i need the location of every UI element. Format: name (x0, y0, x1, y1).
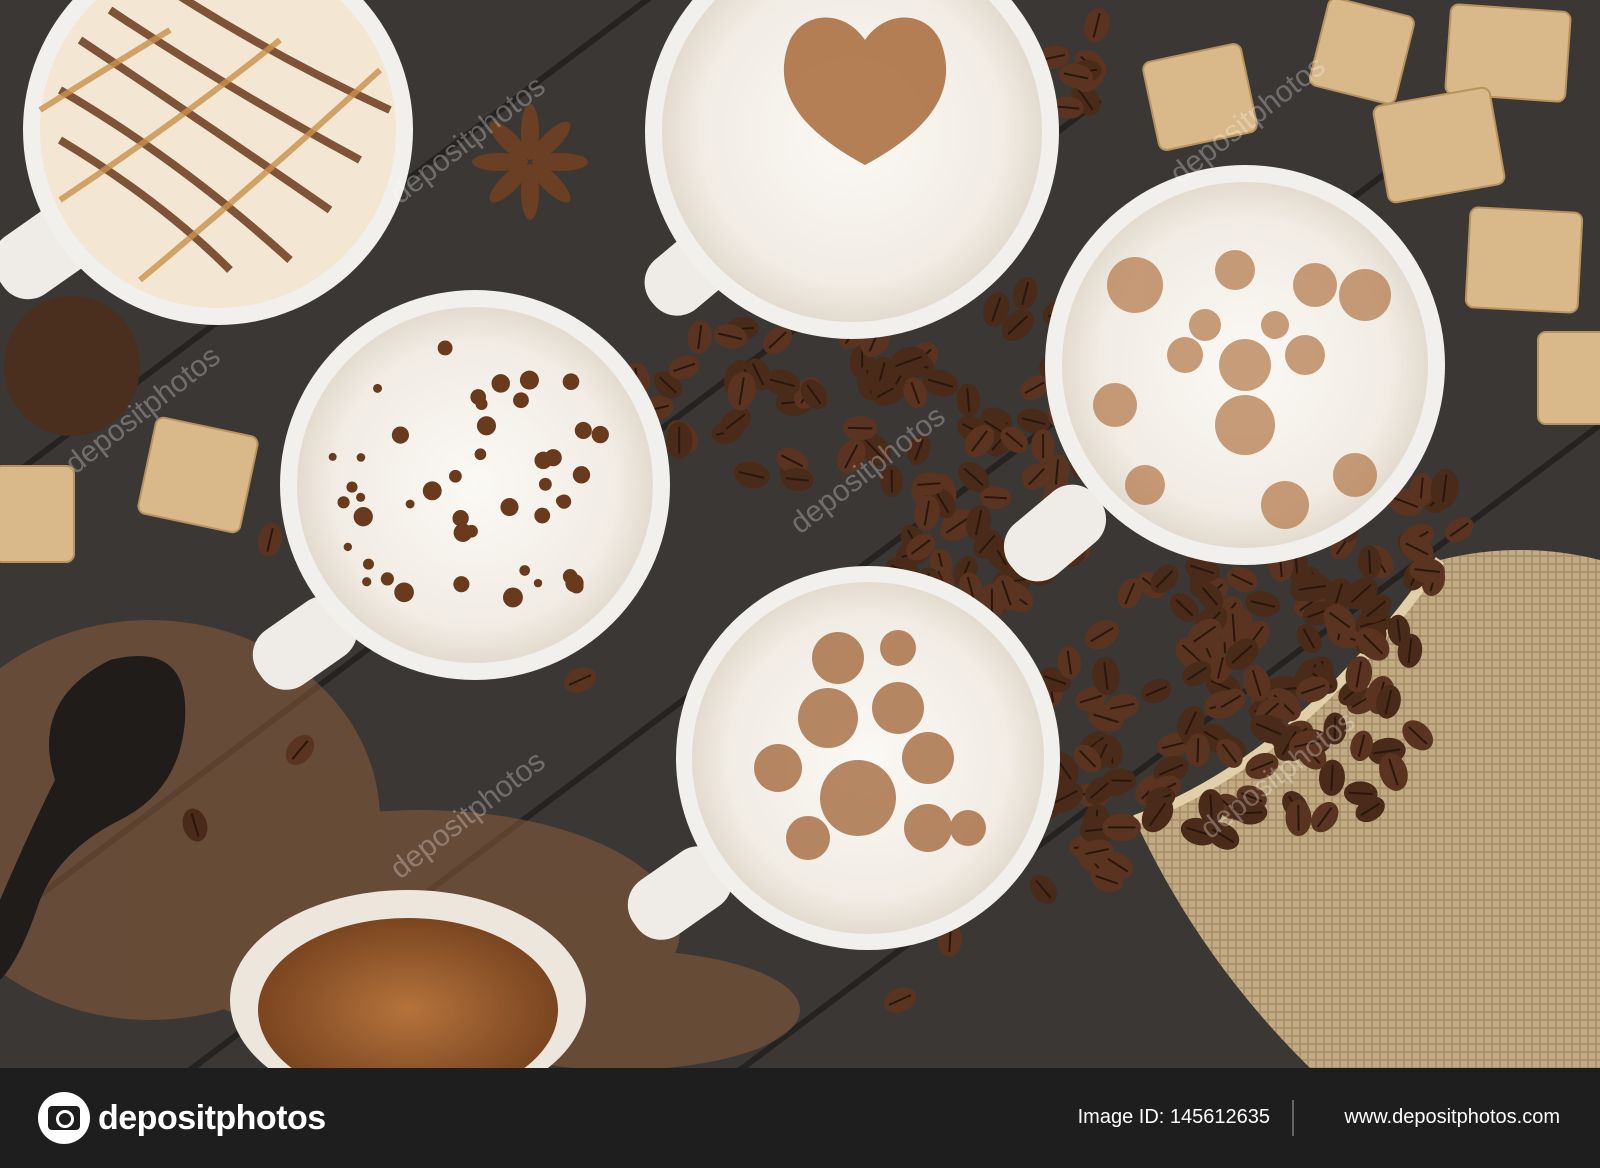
chocolate-spot (337, 496, 350, 509)
cinnamon-blot (798, 688, 858, 748)
chocolate-spot (465, 524, 478, 538)
chocolate-spot (562, 373, 580, 390)
chocolate-spot (346, 481, 358, 493)
chocolate-spot (574, 421, 592, 439)
chocolate-spot (405, 499, 415, 509)
cinnamon-blot (880, 630, 916, 666)
chocolate-spot (491, 374, 510, 393)
camera-logo-icon (38, 1092, 90, 1144)
chocolate-spot (534, 507, 551, 524)
chocolate-spot (353, 507, 373, 527)
chocolate-spot (373, 383, 382, 393)
cinnamon-blot (1215, 250, 1255, 290)
cinnamon-blot (1293, 263, 1337, 307)
cinnamon-blot (1125, 465, 1165, 505)
cinnamon-blot (950, 810, 986, 846)
cinnamon-blot (1107, 257, 1163, 313)
cinnamon-blot (1215, 395, 1275, 455)
brand-name: depositphotos (98, 1098, 326, 1137)
coffee-photo-canvas: depositphotos depositphotos depositphoto… (0, 0, 1600, 1068)
cinnamon-blot (1093, 383, 1137, 427)
chocolate-spot (391, 426, 409, 444)
chocolate-spot (343, 542, 352, 552)
chocolate-spot (538, 477, 552, 491)
image-id: Image ID: 145612635 (1077, 1106, 1270, 1128)
chocolate-spot (380, 572, 394, 586)
chocolate-spot (519, 370, 539, 390)
chocolate-spot (500, 498, 519, 517)
chocolate-spot (437, 340, 453, 356)
chocolate-spot (452, 510, 469, 527)
cinnamon-blot (1261, 481, 1309, 529)
cinnamon-blot (872, 682, 924, 734)
cinnamon-blot (1333, 453, 1377, 497)
cinnamon-blot (1167, 337, 1203, 373)
brand-logo[interactable]: depositphotos (38, 1090, 326, 1146)
chocolate-spot (556, 494, 572, 509)
chocolate-spot (544, 449, 562, 467)
chocolate-spot (362, 558, 374, 570)
cinnamon-blot (754, 744, 802, 792)
chocolate-spot (475, 397, 488, 410)
cinnamon-blot (786, 816, 830, 860)
chocolate-spot (422, 481, 442, 501)
cinnamon-blot (1219, 339, 1271, 391)
footer-divider (1292, 1100, 1294, 1136)
chocolate-spot (449, 469, 462, 483)
chocolate-spot (362, 577, 372, 587)
cinnamon-blot (820, 760, 896, 836)
stock-photo: depositphotos depositphotos depositphoto… (0, 0, 1600, 1068)
chocolate-spot (394, 582, 414, 603)
chocolate-spot (569, 579, 584, 594)
cinnamon-blot (904, 804, 952, 852)
cinnamon-blot (1189, 309, 1221, 341)
chocolate-spot (328, 452, 337, 461)
cinnamon-blot (1339, 269, 1391, 321)
chocolate-spot (474, 448, 487, 461)
chocolate-spot (519, 565, 531, 576)
chocolate-spot (453, 576, 470, 593)
cinnamon-blot (902, 732, 954, 784)
stock-footer-bar: depositphotos Image ID: 145612635 www.de… (0, 1068, 1600, 1168)
cinnamon-blot (812, 632, 864, 684)
chocolate-spot (356, 492, 366, 502)
chocolate-spot (356, 453, 366, 462)
chocolate-spot (513, 392, 529, 409)
cinnamon-blot (1285, 335, 1325, 375)
chocolate-spot (502, 587, 523, 608)
cinnamon-blot (1261, 311, 1289, 339)
chocolate-spot (533, 578, 543, 588)
chocolate-spot (476, 416, 497, 436)
chocolate-spot (572, 466, 591, 484)
chocolate-spot (591, 425, 609, 444)
site-url-link[interactable]: www.depositphotos.com (1344, 1106, 1560, 1129)
